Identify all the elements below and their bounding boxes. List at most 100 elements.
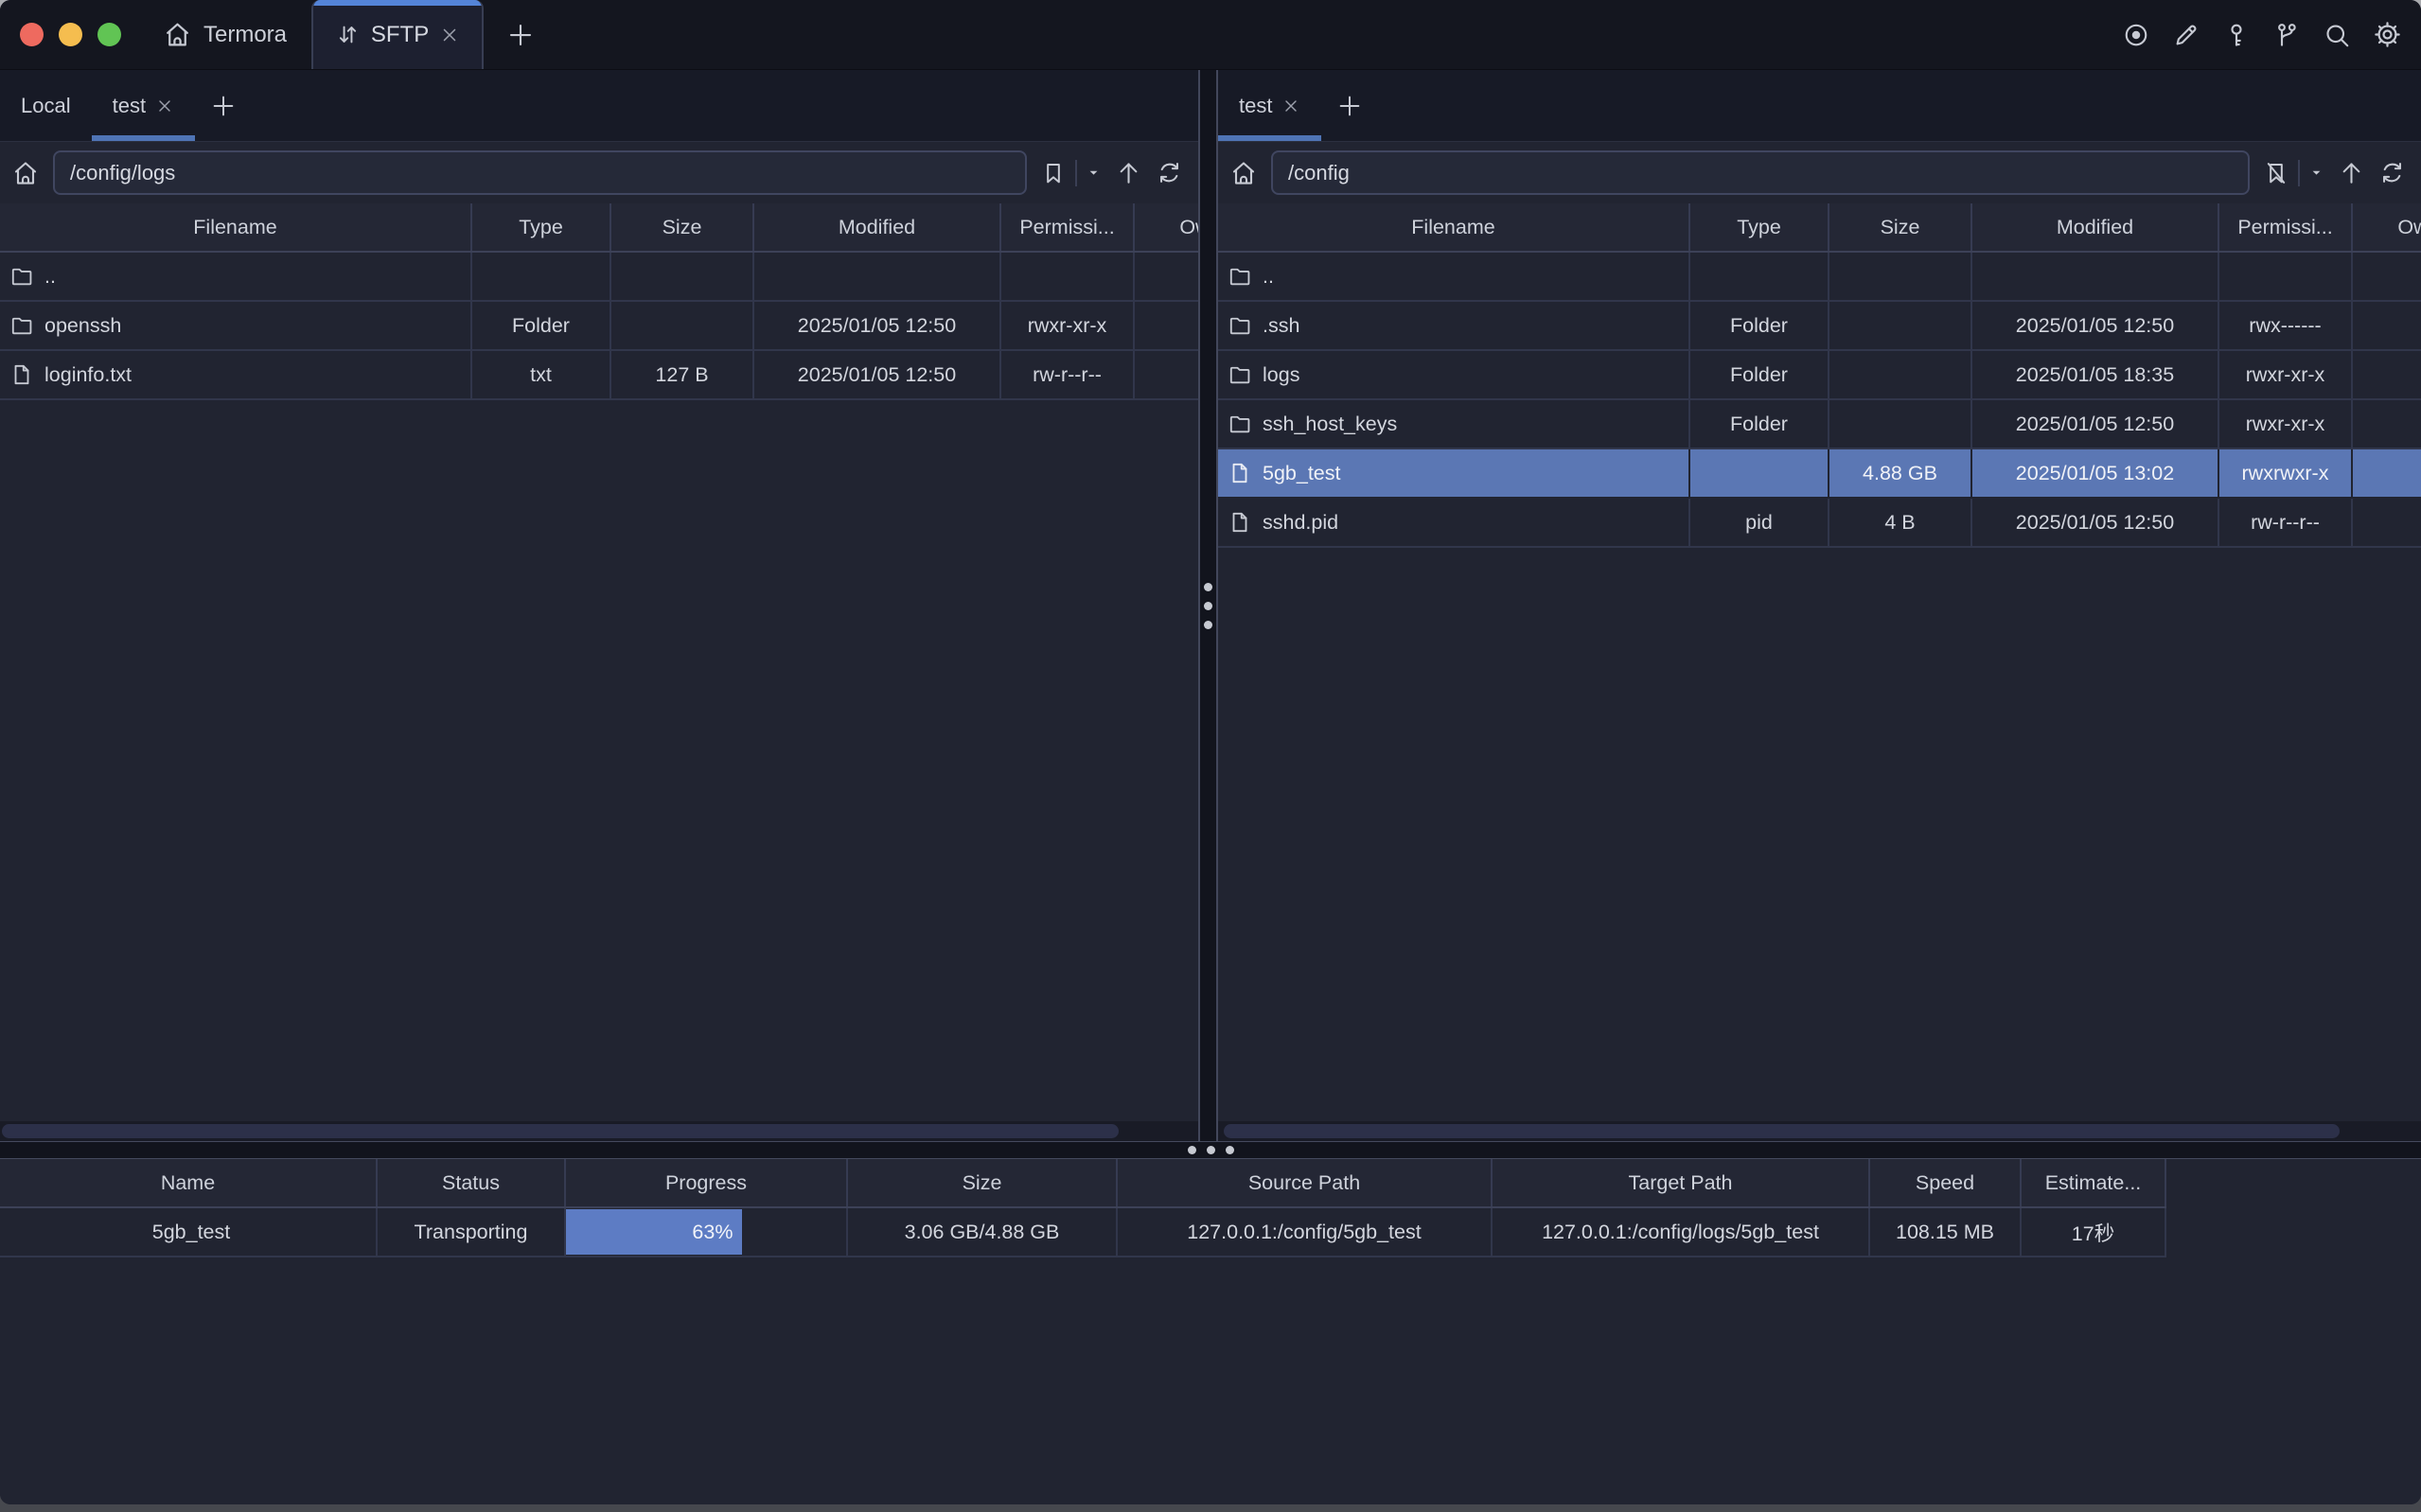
table-row[interactable]: ssh_host_keys Folder 2025/01/05 12:50 rw… [1218,399,2421,448]
file-permissions: rwx------ [2218,301,2352,350]
file-size [1829,252,1971,301]
col-status[interactable]: Status [377,1159,565,1207]
left-pane: Local test [0,70,1198,1141]
col-progress[interactable]: Progress [565,1159,847,1207]
branch-icon[interactable] [2272,21,2301,49]
table-row-selected[interactable]: 5gb_test 4.88 GB 2025/01/05 13:02 rwxrwx… [1218,448,2421,498]
arrow-up-icon[interactable] [2338,159,2365,186]
arrow-up-icon[interactable] [1115,159,1142,186]
settings-icon[interactable] [2373,20,2402,49]
left-header-row: Filename Type Size Modified Permissi... … [0,203,1198,252]
bookmark-icon[interactable] [1040,160,1067,186]
col-type[interactable]: Type [471,203,610,252]
new-tab-button[interactable] [506,21,535,49]
file-owner [2352,448,2421,498]
col-source-path[interactable]: Source Path [1117,1159,1492,1207]
col-permissions[interactable]: Permissi... [1000,203,1134,252]
col-modified[interactable]: Modified [1971,203,2218,252]
file-type: Folder [1689,399,1829,448]
refresh-icon[interactable] [1156,159,1183,186]
record-icon[interactable] [2122,21,2150,49]
bookmark-slash-icon[interactable] [2263,160,2289,186]
left-horizontal-scrollbar[interactable] [0,1121,1198,1141]
right-new-tab-button[interactable] [1336,93,1363,119]
file-modified [1971,252,2218,301]
left-tab-test[interactable]: test [92,70,195,141]
col-size[interactable]: Size [847,1159,1117,1207]
horizontal-splitter[interactable] [0,1141,2421,1159]
edit-icon[interactable] [2172,21,2200,49]
close-icon[interactable] [439,25,460,45]
col-permissions[interactable]: Permissi... [2218,203,2352,252]
key-icon[interactable] [2222,21,2251,49]
col-type[interactable]: Type [1689,203,1829,252]
right-pathbar [1218,142,2421,203]
table-row[interactable]: logs Folder 2025/01/05 18:35 rwxr-xr-x [1218,350,2421,399]
table-row[interactable]: openssh Folder 2025/01/05 12:50 rwxr-xr-… [0,301,1198,350]
right-horizontal-scrollbar[interactable] [1218,1121,2421,1141]
file-type: txt [471,350,610,399]
progress-bar: 63% [566,1209,742,1255]
close-icon[interactable] [155,97,174,115]
home-icon[interactable] [1229,159,1258,187]
transfer-row[interactable]: 5gb_test Transporting 63% 3.06 GB/4.88 G… [0,1207,2165,1257]
refresh-icon[interactable] [2378,159,2406,186]
close-window-button[interactable] [20,23,44,46]
file-icon [1228,461,1252,485]
caret-down-icon[interactable] [2308,165,2324,181]
file-modified: 2025/01/05 12:50 [1971,498,2218,547]
left-new-tab-button[interactable] [210,93,237,119]
file-size: 4.88 GB [1829,448,1971,498]
app-home-item[interactable]: Termora [163,0,287,69]
col-target-path[interactable]: Target Path [1492,1159,1869,1207]
folder-icon [1228,412,1252,436]
right-bookmark-group [2263,160,2324,186]
table-row[interactable]: .ssh Folder 2025/01/05 12:50 rwx------ [1218,301,2421,350]
left-tab-local[interactable]: Local [0,70,92,141]
col-filename[interactable]: Filename [1218,203,1689,252]
search-icon[interactable] [2323,21,2351,49]
col-name[interactable]: Name [0,1159,377,1207]
folder-icon [1228,264,1252,289]
right-tab-test[interactable]: test [1218,70,1321,141]
scrollbar-thumb[interactable] [2,1124,1119,1138]
file-name: loginfo.txt [44,363,132,387]
col-speed[interactable]: Speed [1869,1159,2021,1207]
file-permissions [2218,252,2352,301]
left-bookmark-group [1040,160,1102,186]
close-icon[interactable] [1281,97,1300,115]
zoom-window-button[interactable] [97,23,121,46]
active-tab-accent [313,0,482,6]
table-row[interactable]: loginfo.txt txt 127 B 2025/01/05 12:50 r… [0,350,1198,399]
titlebar-toolbar [2122,0,2421,69]
file-permissions: rwxrwxr-x [2218,448,2352,498]
col-owner[interactable]: Owner [2352,203,2421,252]
file-name: .. [1263,265,1274,289]
scrollbar-thumb[interactable] [1224,1124,2340,1138]
window-controls [0,0,121,69]
home-icon[interactable] [11,159,40,187]
table-row[interactable]: .. [1218,252,2421,301]
left-path-input[interactable] [53,150,1027,195]
caret-down-icon[interactable] [1086,165,1102,181]
empty-area [0,1257,2421,1504]
minimize-window-button[interactable] [59,23,82,46]
table-row[interactable]: .. [0,252,1198,301]
transfer-name: 5gb_test [0,1207,377,1257]
col-owner[interactable]: Owner [1134,203,1198,252]
col-modified[interactable]: Modified [753,203,1000,252]
vertical-splitter[interactable] [1198,70,1218,1141]
file-size [610,252,753,301]
tab-sftp[interactable]: SFTP [311,0,484,69]
file-name: .ssh [1263,314,1299,338]
splitter-dot [1188,1146,1196,1154]
table-row[interactable]: sshd.pid pid 4 B 2025/01/05 12:50 rw-r--… [1218,498,2421,547]
file-modified: 2025/01/05 12:50 [753,301,1000,350]
left-pathbar [0,142,1198,203]
col-estimate[interactable]: Estimate... [2021,1159,2165,1207]
col-size[interactable]: Size [1829,203,1971,252]
col-filename[interactable]: Filename [0,203,471,252]
right-path-input[interactable] [1271,150,2250,195]
file-modified: 2025/01/05 18:35 [1971,350,2218,399]
col-size[interactable]: Size [610,203,753,252]
